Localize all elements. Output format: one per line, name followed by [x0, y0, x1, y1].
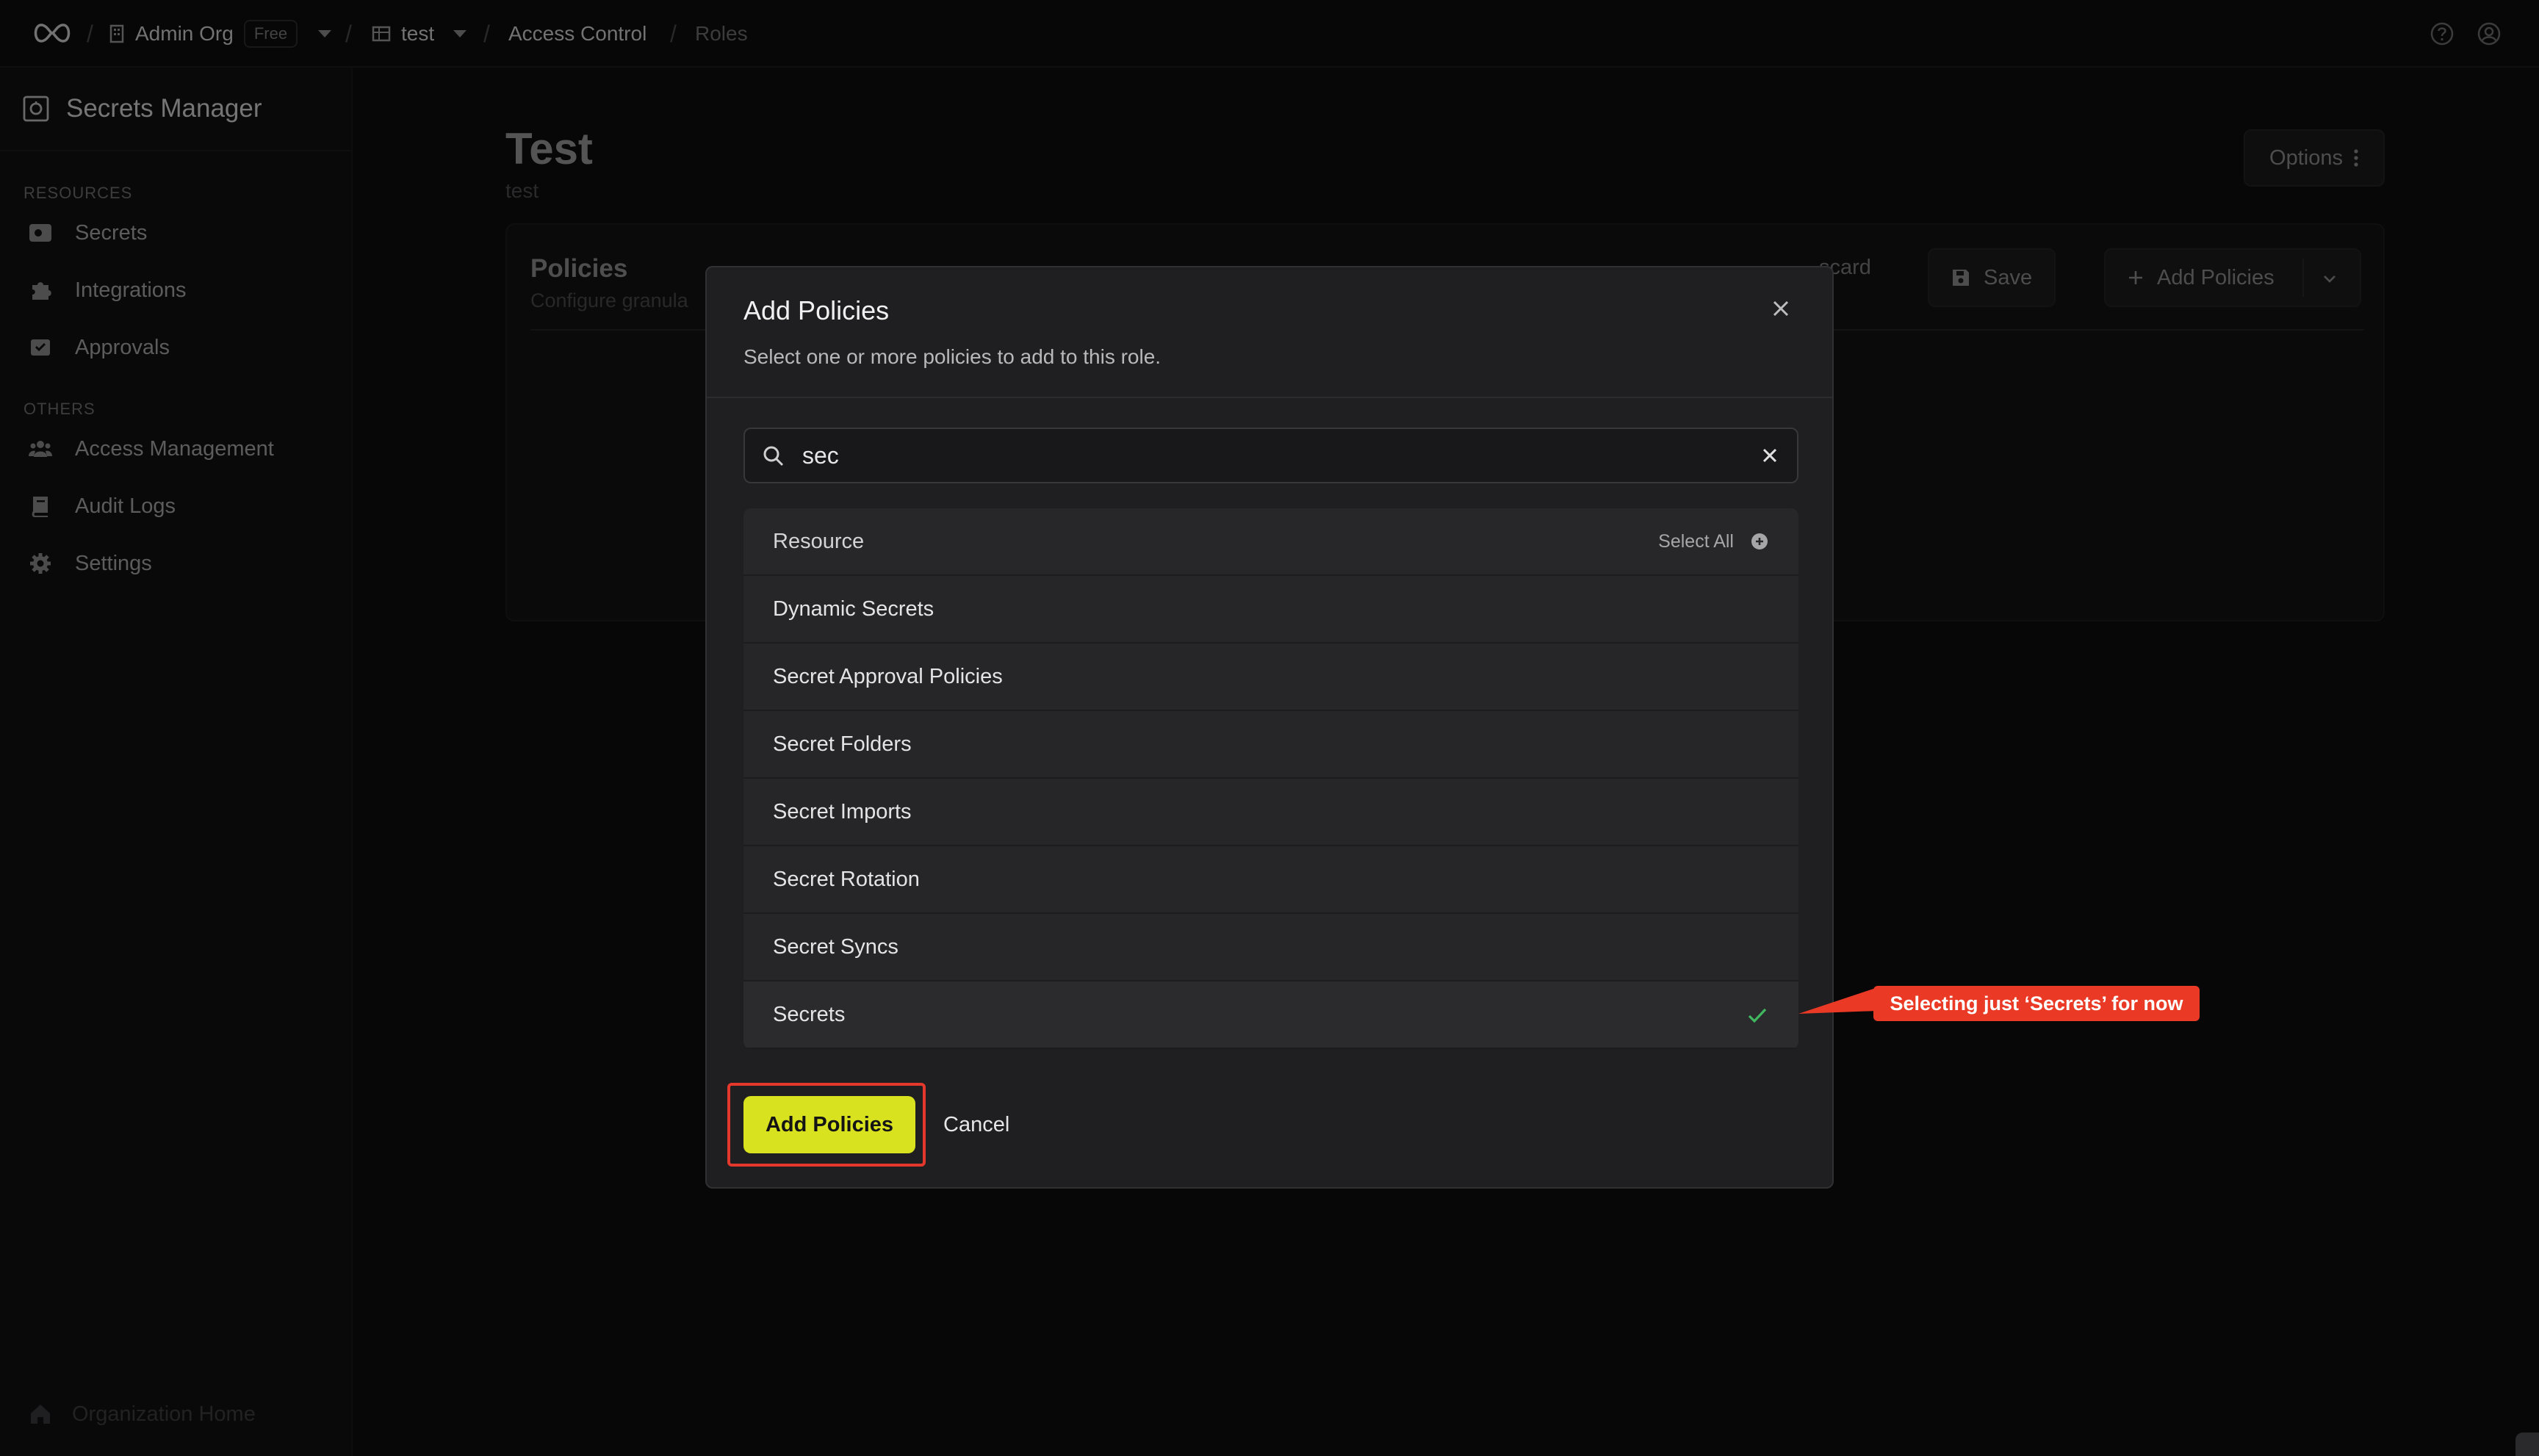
dialog-title: Add Policies — [743, 295, 890, 325]
list-item[interactable]: Secret Folders — [743, 711, 1798, 777]
add-policies-dialog: Add Policies Select one or more policies… — [705, 266, 1834, 1189]
policy-list: Resource Select All Dynamic Secrets Secr… — [743, 508, 1798, 1049]
cancel-button[interactable]: Cancel — [943, 1096, 1009, 1153]
highlight-box — [727, 1083, 926, 1167]
select-all-button[interactable]: Select All — [1658, 508, 1769, 574]
corner-widget — [2515, 1432, 2539, 1456]
list-header: Resource Select All — [743, 508, 1798, 574]
list-item[interactable]: Secret Rotation — [743, 846, 1798, 912]
list-item[interactable]: Secret Imports — [743, 779, 1798, 845]
list-item[interactable]: Secret Approval Policies — [743, 644, 1798, 710]
list-item-label: Secrets — [773, 1002, 846, 1026]
list-item-label: Secret Imports — [773, 799, 912, 823]
list-item-selected[interactable]: Secrets — [743, 981, 1798, 1048]
search-icon — [763, 446, 784, 466]
list-item-label: Secret Syncs — [773, 934, 898, 959]
annotation-callout: Selecting just ‘Secrets’ for now — [1873, 986, 2200, 1021]
clear-search-icon[interactable] — [1760, 446, 1779, 465]
list-item[interactable]: Dynamic Secrets — [743, 576, 1798, 642]
checkmark-icon — [1748, 1008, 1767, 1023]
list-item-label: Secret Folders — [773, 732, 912, 756]
select-all-label: Select All — [1658, 530, 1734, 552]
close-icon[interactable] — [1771, 298, 1791, 319]
resource-column-label: Resource — [773, 529, 865, 553]
list-item-label: Dynamic Secrets — [773, 597, 934, 621]
list-item-label: Secret Approval Policies — [773, 664, 1003, 688]
list-item[interactable]: Secret Syncs — [743, 914, 1798, 980]
plus-circle-icon — [1751, 533, 1768, 549]
dialog-subtitle: Select one or more policies to add to th… — [743, 345, 1162, 368]
callout-pointer — [1798, 987, 1878, 1014]
list-item-label: Secret Rotation — [773, 867, 920, 891]
search-input[interactable] — [802, 435, 1721, 476]
policy-search — [743, 428, 1798, 483]
